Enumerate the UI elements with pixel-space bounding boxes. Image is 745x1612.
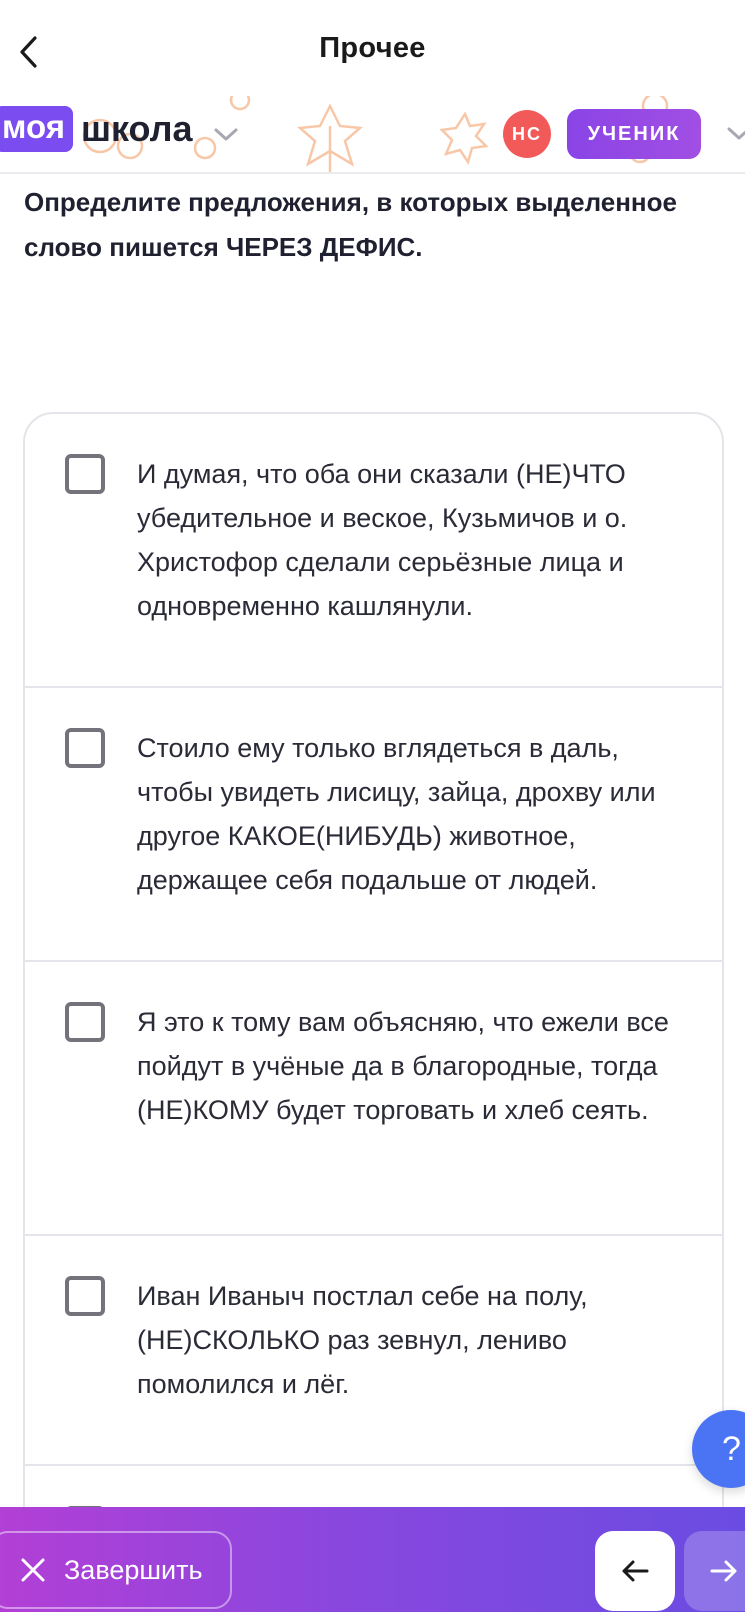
role-badge[interactable]: УЧЕНИК bbox=[567, 109, 701, 159]
brand-logo-name: школа bbox=[80, 108, 193, 149]
option-text: И думая, что оба они сказали (НЕ)ЧТО убе… bbox=[137, 459, 628, 621]
option-text: Стоило ему только вглядеться в даль, что… bbox=[137, 733, 656, 895]
option-checkbox[interactable] bbox=[65, 728, 105, 768]
arrow-left-icon bbox=[622, 1560, 649, 1582]
bottom-action-bar: Завершить bbox=[0, 1507, 745, 1612]
option-checkbox[interactable] bbox=[65, 454, 105, 494]
option-item[interactable]: И думая, что оба они сказали (НЕ)ЧТО убе… bbox=[25, 414, 722, 688]
finish-button-label: Завершить bbox=[64, 1554, 203, 1585]
page-title: Прочее bbox=[319, 32, 426, 64]
option-text: Я это к тому вам объясняю, что ежели все… bbox=[137, 1007, 669, 1125]
top-nav-bar: Прочее bbox=[0, 0, 745, 96]
previous-button[interactable] bbox=[595, 1531, 675, 1611]
arrow-right-icon bbox=[710, 1560, 737, 1582]
option-item[interactable]: Я это к тому вам объясняю, что ежели все… bbox=[25, 962, 722, 1236]
close-icon bbox=[21, 1558, 45, 1582]
question-text: Определите предложения, в которых выделе… bbox=[24, 187, 677, 262]
user-avatar[interactable]: НС bbox=[503, 110, 551, 158]
option-checkbox[interactable] bbox=[65, 1002, 105, 1042]
option-item[interactable]: Иван Иваныч постлал себе на полу, (НЕ)СК… bbox=[25, 1236, 722, 1466]
chevron-down-icon[interactable] bbox=[726, 126, 745, 142]
brand-logo[interactable]: моя школа bbox=[0, 106, 239, 152]
brand-header: моя школа НС УЧЕНИК bbox=[0, 96, 745, 174]
next-button[interactable] bbox=[684, 1531, 745, 1611]
finish-button[interactable]: Завершить bbox=[0, 1531, 232, 1609]
option-item[interactable]: Стоило ему только вглядеться в даль, что… bbox=[25, 688, 722, 962]
option-text: Иван Иваныч постлал себе на полу, (НЕ)СК… bbox=[137, 1281, 588, 1399]
option-checkbox[interactable] bbox=[65, 1276, 105, 1316]
brand-logo-highlight: моя bbox=[0, 106, 73, 152]
options-list: И думая, что оба они сказали (НЕ)ЧТО убе… bbox=[23, 412, 724, 1612]
chevron-down-icon[interactable] bbox=[213, 127, 239, 143]
